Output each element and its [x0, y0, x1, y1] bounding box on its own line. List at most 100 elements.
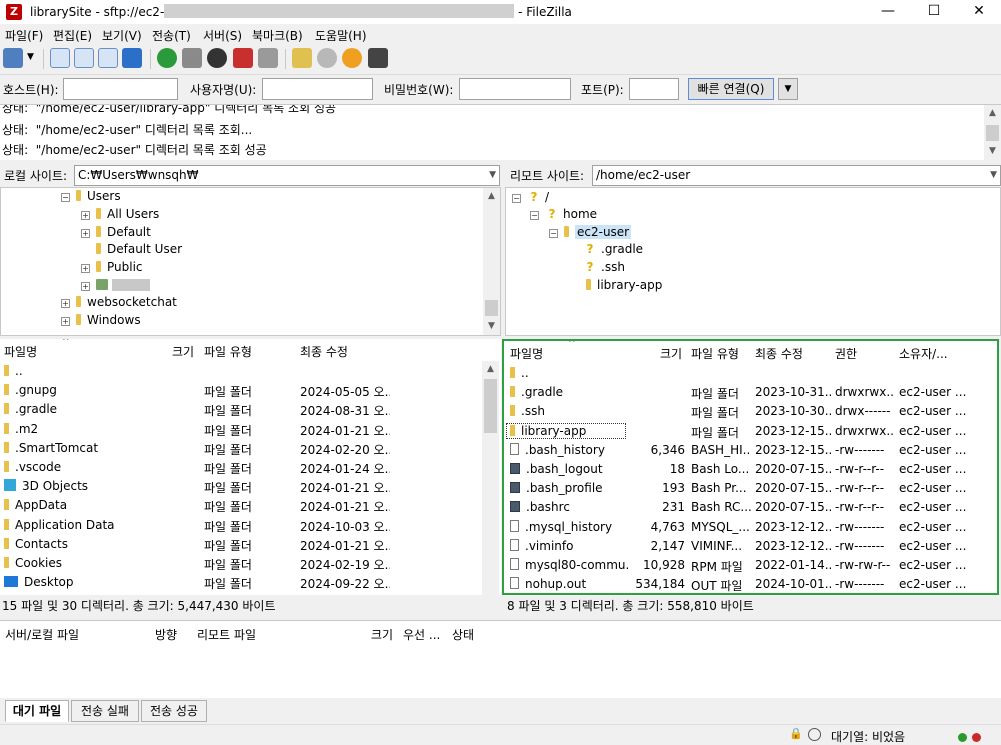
menu-help[interactable]: 도움말(H)	[315, 27, 367, 44]
column-size[interactable]: 크기	[172, 343, 194, 360]
expand-icon[interactable]: +	[81, 282, 90, 291]
menu-bookmarks[interactable]: 북마크(B)	[252, 27, 303, 44]
scroll-down-icon[interactable]: ▼	[483, 318, 500, 335]
queue-column-direction[interactable]: 방향	[155, 626, 177, 643]
tree-node-user-redacted[interactable]: +	[81, 277, 150, 294]
port-input[interactable]	[629, 78, 679, 100]
table-row[interactable]: .mysql_history 4,763 MYSQL_... 2023-12-12..…	[504, 518, 997, 537]
table-row[interactable]: .bash_history 6,346 BASH_HI... 2023-12-15..…	[504, 441, 997, 460]
table-row[interactable]: ..	[504, 364, 997, 383]
table-row[interactable]: .bash_logout 18 Bash Lo... 2020-07-15... -rw…	[504, 460, 997, 479]
table-row[interactable]: mysql80-commu... 10,928 RPM 파일 2022-01-14..…	[504, 556, 997, 575]
column-size[interactable]: 크기	[660, 345, 682, 362]
tab-failed-transfers[interactable]: 전송 실패	[71, 700, 139, 722]
tree-node-home[interactable]: −? home	[530, 206, 597, 223]
tree-node-gradle[interactable]: ? .gradle	[583, 241, 644, 258]
table-row[interactable]: Application Data 파일 폴더 2024-10-03 오...	[0, 516, 482, 535]
tree-node-default-user[interactable]: Default User	[96, 241, 182, 258]
table-row[interactable]: Contacts 파일 폴더 2024-01-21 오...	[0, 535, 482, 554]
tab-queued-files[interactable]: 대기 파일	[5, 700, 69, 722]
table-row[interactable]: 3D Objects 파일 폴더 2024-01-21 오...	[0, 477, 482, 496]
local-path-combo[interactable]: C:₩Users₩wnsqh₩ ▼	[74, 165, 500, 186]
minimize-button[interactable]: —	[865, 0, 911, 24]
table-row[interactable]: .m2 파일 폴더 2024-01-21 오...	[0, 420, 482, 439]
site-manager-icon[interactable]	[3, 48, 23, 68]
chevron-down-icon[interactable]: ▼	[489, 166, 496, 185]
scroll-up-icon[interactable]: ▲	[482, 361, 499, 378]
column-name[interactable]: 파일명	[510, 345, 543, 362]
scroll-thumb[interactable]	[484, 379, 497, 433]
host-input[interactable]	[63, 78, 178, 100]
tree-node-all-users[interactable]: + All Users	[81, 206, 159, 223]
menu-edit[interactable]: 편집(E)	[53, 27, 92, 44]
table-row[interactable]: .gnupg 파일 폴더 2024-05-05 오...	[0, 381, 482, 400]
expand-icon[interactable]: +	[61, 317, 70, 326]
cancel-operation-icon[interactable]	[207, 48, 227, 68]
queue-column-file[interactable]: 서버/로컬 파일	[5, 626, 79, 643]
menu-view[interactable]: 보기(V)	[102, 27, 142, 44]
toggle-local-tree-icon[interactable]	[74, 48, 94, 68]
local-list-scrollbar[interactable]: ▲	[482, 361, 499, 595]
expand-icon[interactable]: +	[81, 229, 90, 238]
speed-limit-icon[interactable]	[808, 728, 821, 741]
column-type[interactable]: 파일 유형	[204, 343, 252, 360]
table-row[interactable]: .gradle 파일 폴더 2023-10-31... drwxrwx... ec2-u…	[504, 383, 997, 402]
directory-filter-icon[interactable]	[292, 48, 312, 68]
table-row[interactable]: Desktop 파일 폴더 2024-09-22 오...	[0, 573, 482, 592]
table-row[interactable]: nohup.out 534,184 OUT 파일 2024-10-01... -rw--…	[504, 575, 997, 593]
tree-node-library-app[interactable]: library-app	[586, 277, 662, 294]
tree-node-ec2-user[interactable]: − ec2-user	[549, 224, 632, 241]
toggle-remote-tree-icon[interactable]	[98, 48, 118, 68]
tree-node-ssh[interactable]: ? .ssh	[583, 259, 625, 276]
column-permissions[interactable]: 권한	[835, 345, 857, 362]
quickconnect-button[interactable]: 빠른 연결(Q)	[688, 78, 774, 100]
sync-browsing-icon[interactable]	[342, 48, 362, 68]
directory-compare-icon[interactable]	[317, 48, 337, 68]
scroll-thumb[interactable]	[986, 125, 999, 141]
expand-icon[interactable]: +	[61, 299, 70, 308]
collapse-icon[interactable]: −	[512, 194, 521, 203]
password-input[interactable]	[459, 78, 571, 100]
tree-node-public[interactable]: + Public	[81, 259, 143, 276]
expand-icon[interactable]: +	[81, 211, 90, 220]
scroll-up-icon[interactable]: ▲	[483, 188, 500, 205]
column-modified[interactable]: 최종 수정	[300, 343, 348, 360]
queue-column-status[interactable]: 상태	[452, 626, 474, 643]
tree-node-users[interactable]: − Users	[61, 188, 121, 205]
scroll-down-icon[interactable]: ▼	[984, 143, 1001, 160]
search-files-icon[interactable]	[368, 48, 388, 68]
toggle-queue-icon[interactable]	[122, 48, 142, 68]
username-input[interactable]	[262, 78, 373, 100]
reconnect-icon[interactable]	[258, 48, 278, 68]
table-row[interactable]: .viminfo 2,147 VIMINF... 2023-12-12... -rw--…	[504, 537, 997, 556]
site-manager-dropdown-icon[interactable]: ▼	[27, 52, 34, 62]
local-tree-scrollbar[interactable]: ▲ ▼	[483, 188, 500, 335]
table-row[interactable]: Cookies 파일 폴더 2024-02-19 오...	[0, 554, 482, 573]
table-row[interactable]: .vscode 파일 폴더 2024-01-24 오...	[0, 458, 482, 477]
refresh-icon[interactable]	[157, 48, 177, 68]
tab-successful-transfers[interactable]: 전송 성공	[141, 700, 207, 722]
column-name[interactable]: 파일명	[4, 343, 37, 360]
table-row[interactable]: .SmartTomcat 파일 폴더 2024-02-20 오...	[0, 439, 482, 458]
collapse-icon[interactable]: −	[530, 211, 539, 220]
tree-node-default[interactable]: + Default	[81, 224, 151, 241]
menu-file[interactable]: 파일(F)	[5, 27, 43, 44]
column-owner[interactable]: 소유자/...	[899, 345, 948, 362]
menu-server[interactable]: 서버(S)	[203, 27, 242, 44]
scroll-up-icon[interactable]: ▲	[984, 105, 1001, 122]
quickconnect-history-dropdown-icon[interactable]: ▼	[778, 78, 798, 100]
collapse-icon[interactable]: −	[549, 229, 558, 238]
table-row[interactable]: AppData 파일 폴더 2024-01-21 오...	[0, 496, 482, 515]
collapse-icon[interactable]: −	[61, 193, 70, 202]
tree-node-websocketchat[interactable]: + websocketchat	[61, 294, 177, 311]
process-queue-icon[interactable]	[182, 48, 202, 68]
table-row[interactable]: .gradle 파일 폴더 2024-08-31 오...	[0, 400, 482, 419]
tree-node-root[interactable]: −? /	[512, 189, 549, 206]
disconnect-icon[interactable]	[233, 48, 253, 68]
maximize-button[interactable]: ☐	[911, 0, 957, 24]
queue-column-priority[interactable]: 우선 ...	[403, 626, 440, 643]
log-scrollbar[interactable]: ▲ ▼	[984, 105, 1001, 160]
close-button[interactable]: ✕	[956, 0, 1001, 24]
queue-column-size[interactable]: 크기	[371, 626, 393, 643]
table-row[interactable]: library-app 파일 폴더 2023-12-15... drwxrwx... e…	[504, 422, 997, 441]
